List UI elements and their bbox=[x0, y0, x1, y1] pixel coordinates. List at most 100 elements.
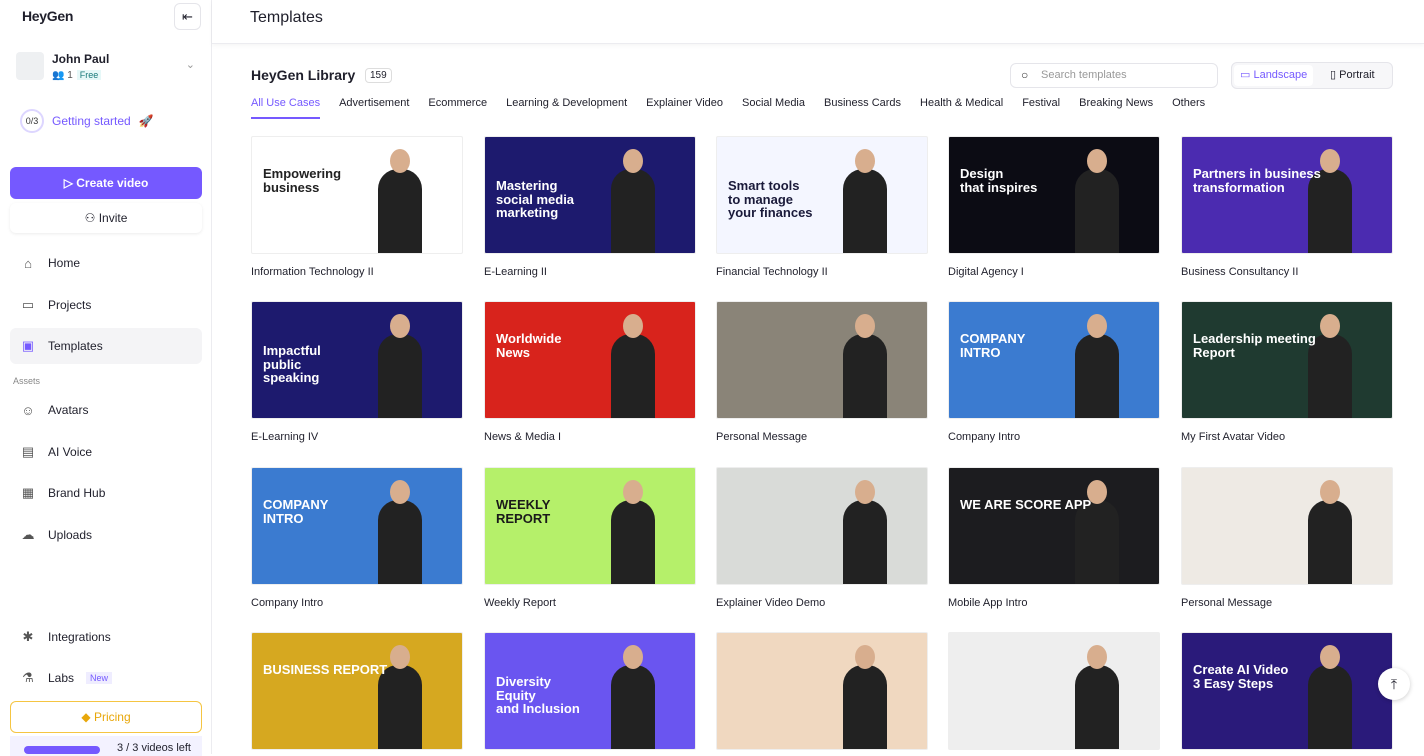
tab-business-cards[interactable]: Business Cards bbox=[824, 97, 901, 119]
tab-all-use-cases[interactable]: All Use Cases bbox=[251, 97, 321, 119]
sidebar-item-templates[interactable]: ▣ Templates bbox=[10, 328, 202, 364]
template-thumbnail[interactable]: WEEKLY REPORT bbox=[484, 467, 696, 585]
template-card[interactable]: Explainer Video Demo bbox=[716, 467, 928, 609]
voice-icon: ▤ bbox=[21, 444, 35, 459]
template-card[interactable]: Leadership meeting Report My First Avatar… bbox=[1181, 301, 1393, 443]
portrait-button[interactable]: ▯ Portrait bbox=[1324, 65, 1381, 86]
template-thumbnail[interactable]: Worldwide News bbox=[484, 301, 696, 419]
sidebar-item-integrations[interactable]: ✱ Integrations bbox=[10, 619, 202, 655]
template-name: Explainer Video Demo bbox=[716, 597, 826, 609]
nav-label: Projects bbox=[48, 298, 92, 312]
heygen-logo[interactable]: HeyGen bbox=[22, 8, 73, 24]
search-input[interactable]: ○ Search templates bbox=[1010, 63, 1218, 88]
landscape-button[interactable]: ▭ Landscape bbox=[1234, 65, 1314, 86]
template-card[interactable]: Personal Message bbox=[1181, 467, 1393, 609]
template-name: My First Avatar Video bbox=[1181, 431, 1286, 443]
library-title: HeyGen Library bbox=[251, 67, 356, 83]
template-card[interactable]: Smart tools to manage your finances Finan… bbox=[716, 136, 928, 278]
template-thumbnail[interactable]: Empowering business bbox=[251, 136, 463, 254]
template-thumbnail[interactable]: Leadership meeting Report bbox=[1181, 301, 1393, 419]
nav-label: Home bbox=[48, 256, 81, 270]
template-card[interactable]: Diversity Equity and Inclusion bbox=[484, 632, 696, 750]
avatar-head bbox=[1087, 149, 1107, 173]
template-thumbnail[interactable]: Partners in business transformation bbox=[1181, 136, 1393, 254]
avatar-head bbox=[855, 480, 875, 504]
avatar-presenter bbox=[843, 665, 887, 749]
template-card[interactable] bbox=[716, 632, 928, 750]
thumbnail-text: Worldwide News bbox=[496, 331, 562, 360]
user-icon: ⚇ bbox=[84, 211, 99, 225]
template-thumbnail[interactable] bbox=[716, 467, 928, 585]
avatar-head bbox=[1087, 314, 1107, 338]
tab-festival[interactable]: Festival bbox=[1022, 97, 1060, 119]
thumbnail-text: Empowering business bbox=[263, 166, 342, 195]
pricing-button[interactable]: ◆ Pricing bbox=[10, 701, 202, 733]
sidebar-item-avatars[interactable]: ☺ Avatars bbox=[10, 392, 202, 428]
template-card[interactable] bbox=[948, 632, 1160, 750]
sidebar-item-labs[interactable]: ⚗ Labs New bbox=[10, 660, 202, 696]
collapse-sidebar-button[interactable]: ⇤ bbox=[174, 3, 201, 30]
tab-others[interactable]: Others bbox=[1172, 97, 1205, 119]
tab-breaking-news[interactable]: Breaking News bbox=[1079, 97, 1153, 119]
video-add-icon: ▷ bbox=[63, 176, 77, 190]
avatar-presenter bbox=[1075, 169, 1119, 253]
template-thumbnail[interactable]: Mastering social media marketing bbox=[484, 136, 696, 254]
tab-ecommerce[interactable]: Ecommerce bbox=[428, 97, 487, 119]
sidebar-item-projects[interactable]: ▭ Projects bbox=[10, 287, 202, 323]
tab-health-medical[interactable]: Health & Medical bbox=[920, 97, 1003, 119]
template-thumbnail[interactable]: COMPANY INTRO bbox=[948, 301, 1160, 419]
template-card[interactable]: Worldwide News News & Media I bbox=[484, 301, 696, 443]
template-thumbnail[interactable]: Impactful public speaking bbox=[251, 301, 463, 419]
sidebar-item-uploads[interactable]: ☁ Uploads bbox=[10, 517, 202, 553]
template-card[interactable]: Design that inspires Digital Agency I bbox=[948, 136, 1160, 278]
template-card[interactable]: Personal Message bbox=[716, 301, 928, 443]
scroll-to-top-button[interactable]: ⤒ bbox=[1378, 668, 1410, 700]
template-card[interactable]: WEEKLY REPORT Weekly Report bbox=[484, 467, 696, 609]
sidebar-item-ai-voice[interactable]: ▤ AI Voice bbox=[10, 434, 202, 470]
template-card[interactable]: WE ARE SCORE APP Mobile App Intro bbox=[948, 467, 1160, 609]
search-icon: ○ bbox=[1021, 68, 1029, 82]
template-card[interactable]: Create AI Video 3 Easy Steps bbox=[1181, 632, 1393, 750]
chevron-down-icon: ⌄ bbox=[185, 59, 195, 71]
template-name: Personal Message bbox=[716, 431, 808, 443]
tab-learning-development[interactable]: Learning & Development bbox=[506, 97, 627, 119]
template-thumbnail[interactable] bbox=[1181, 467, 1393, 585]
getting-started-link[interactable]: 0/3 Getting started 🚀 bbox=[20, 109, 154, 133]
template-card[interactable]: BUSINESS REPORT bbox=[251, 632, 463, 750]
template-thumbnail[interactable]: Create AI Video 3 Easy Steps bbox=[1181, 632, 1393, 750]
tab-explainer-video[interactable]: Explainer Video bbox=[646, 97, 723, 119]
tab-social-media[interactable]: Social Media bbox=[742, 97, 805, 119]
sidebar-item-brand-hub[interactable]: ▦ Brand Hub bbox=[10, 475, 202, 511]
template-card[interactable]: Impactful public speaking E-Learning IV bbox=[251, 301, 463, 443]
template-card[interactable]: Mastering social media marketing E-Learni… bbox=[484, 136, 696, 278]
template-thumbnail[interactable]: BUSINESS REPORT bbox=[251, 632, 463, 750]
template-card[interactable]: COMPANY INTRO Company Intro bbox=[948, 301, 1160, 443]
avatar-presenter bbox=[378, 169, 422, 253]
template-thumbnail[interactable] bbox=[716, 632, 928, 750]
template-thumbnail[interactable]: COMPANY INTRO bbox=[251, 467, 463, 585]
assets-heading: Assets bbox=[13, 376, 41, 386]
template-card[interactable]: Empowering business Information Technolog… bbox=[251, 136, 463, 278]
avatar-presenter bbox=[611, 334, 655, 418]
members-icon: 👥 bbox=[52, 70, 65, 81]
template-thumbnail[interactable]: Diversity Equity and Inclusion bbox=[484, 632, 696, 750]
template-name: Company Intro bbox=[251, 597, 324, 609]
sidebar-item-home[interactable]: ⌂ Home bbox=[10, 245, 202, 281]
create-video-button[interactable]: ▷ Create video bbox=[10, 167, 202, 199]
avatar-presenter bbox=[1075, 500, 1119, 584]
avatar-presenter bbox=[843, 169, 887, 253]
template-thumbnail[interactable]: Smart tools to manage your finances bbox=[716, 136, 928, 254]
template-thumbnail[interactable]: WE ARE SCORE APP bbox=[948, 467, 1160, 585]
template-card[interactable]: COMPANY INTRO Company Intro bbox=[251, 467, 463, 609]
invite-button[interactable]: ⚇ Invite bbox=[10, 203, 202, 233]
nav-label: AI Voice bbox=[48, 445, 93, 459]
tab-advertisement[interactable]: Advertisement bbox=[339, 97, 409, 119]
template-thumbnail[interactable]: Design that inspires bbox=[948, 136, 1160, 254]
template-thumbnail[interactable] bbox=[716, 301, 928, 419]
template-card[interactable]: Partners in business transformation Busin… bbox=[1181, 136, 1393, 278]
user-menu[interactable]: John Paul 👥 1 Free ⌄ bbox=[16, 50, 201, 84]
template-name: Company Intro bbox=[948, 431, 1021, 443]
template-thumbnail[interactable] bbox=[948, 632, 1160, 750]
create-video-label: Create video bbox=[76, 176, 149, 190]
pricing-label: Pricing bbox=[93, 710, 131, 724]
